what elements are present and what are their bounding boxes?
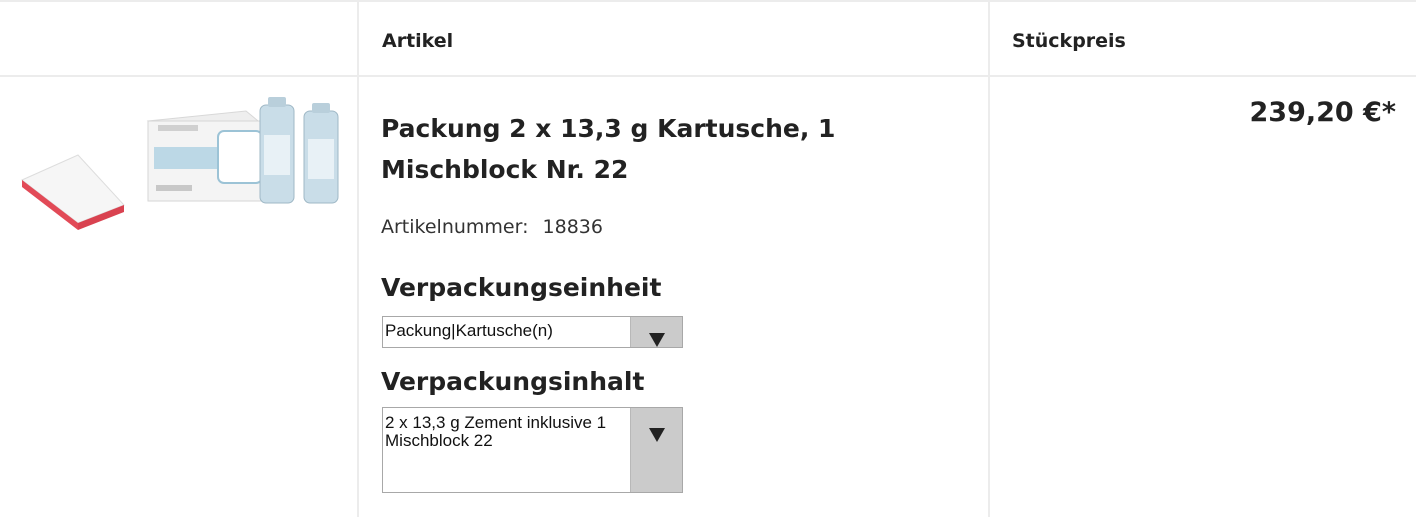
chevron-down-icon (648, 333, 665, 347)
packaging-content-value: 2 x 13,3 g Zement inklusive 1 Mischblock… (385, 413, 607, 450)
product-image[interactable] (18, 95, 340, 230)
packaging-unit-value: Packung|Kartusche(n) (385, 321, 553, 340)
packaging-unit-label: Verpackungseinheit (381, 273, 662, 302)
chevron-down-icon (648, 428, 665, 442)
column-header-unit-price: Stückpreis (1012, 30, 1126, 52)
column-header-article: Artikel (382, 30, 454, 52)
unit-price: 239,20 €* (1249, 97, 1397, 128)
dropdown-button[interactable] (630, 317, 682, 347)
cart-table: Artikel Stückpreis Packung 2 x 13,3 g Ka… (0, 0, 1416, 517)
row-divider (0, 0, 1416, 2)
article-number-value: 18836 (542, 216, 603, 238)
packaging-content-select[interactable]: 2 x 13,3 g Zement inklusive 1 Mischblock… (382, 407, 683, 493)
column-divider (357, 0, 359, 517)
packaging-content-label: Verpackungsinhalt (381, 367, 645, 396)
article-number: Artikelnummer: 18836 (381, 216, 603, 238)
article-number-label: Artikelnummer: (381, 216, 529, 238)
column-divider (988, 0, 990, 517)
row-divider (0, 75, 1416, 77)
product-title[interactable]: Packung 2 x 13,3 g Kartusche, 1 Mischblo… (381, 108, 941, 190)
dropdown-button[interactable] (630, 408, 682, 492)
packaging-unit-select[interactable]: Packung|Kartusche(n) (382, 316, 683, 348)
